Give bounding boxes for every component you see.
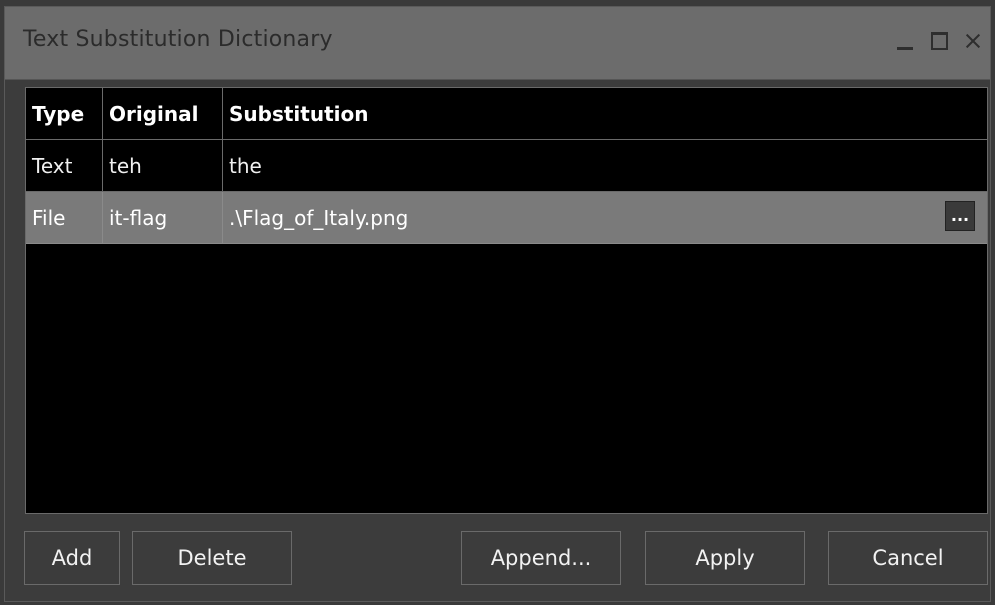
cell-substitution[interactable]: .\Flag_of_Italy.png ... — [223, 192, 987, 244]
maximize-icon[interactable] — [928, 29, 950, 53]
minimize-icon[interactable] — [894, 29, 916, 53]
apply-button[interactable]: Apply — [645, 531, 805, 585]
window-controls — [894, 29, 984, 53]
window-title: Text Substitution Dictionary — [23, 27, 333, 52]
dialog-window: Text Substitution Dictionary Type Origin… — [4, 6, 991, 602]
close-icon[interactable] — [962, 29, 984, 53]
substitution-grid[interactable]: Type Original Substitution Text teh the … — [25, 87, 988, 514]
cancel-button[interactable]: Cancel — [828, 531, 988, 585]
cell-substitution[interactable]: the — [223, 140, 987, 192]
table-row[interactable]: Text teh the — [26, 140, 987, 192]
column-header-type[interactable]: Type — [26, 88, 103, 140]
substitution-value: .\Flag_of_Italy.png — [229, 205, 409, 230]
column-header-original[interactable]: Original — [103, 88, 223, 140]
delete-button[interactable]: Delete — [132, 531, 292, 585]
cell-original[interactable]: it-flag — [103, 192, 223, 244]
append-button[interactable]: Append... — [461, 531, 621, 585]
table-row-selected[interactable]: File it-flag .\Flag_of_Italy.png ... — [26, 192, 987, 244]
add-button[interactable]: Add — [24, 531, 120, 585]
grid-header-row: Type Original Substitution — [26, 88, 987, 140]
browse-file-button[interactable]: ... — [945, 201, 975, 231]
column-header-substitution[interactable]: Substitution — [223, 88, 987, 140]
cell-original[interactable]: teh — [103, 140, 223, 192]
cell-type[interactable]: File — [26, 192, 103, 244]
title-bar[interactable]: Text Substitution Dictionary — [5, 7, 990, 80]
cell-type[interactable]: Text — [26, 140, 103, 192]
